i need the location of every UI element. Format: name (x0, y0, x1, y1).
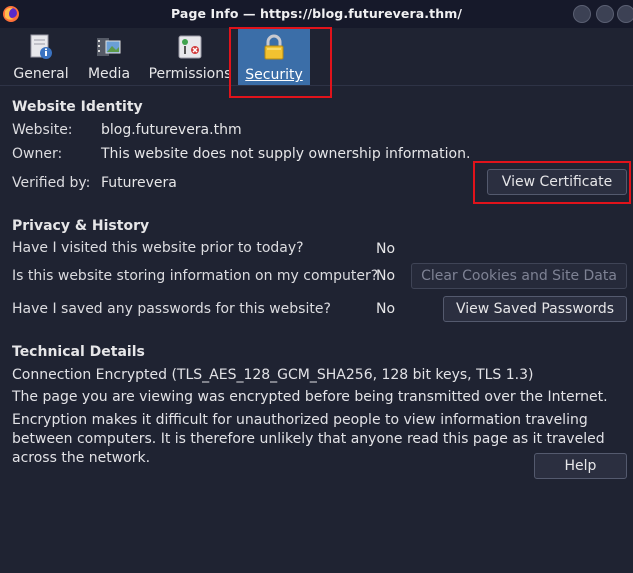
website-identity-heading: Website Identity (12, 99, 143, 115)
highlight-view-certificate (473, 161, 631, 204)
window-title: Page Info — https://blog.futurevera.thm/ (171, 6, 462, 21)
storing-question: Is this website storing information on m… (12, 268, 379, 284)
tab-media[interactable]: Media (84, 28, 134, 86)
tab-general[interactable]: General (8, 28, 74, 86)
owner-value: This website does not supply ownership i… (101, 146, 471, 162)
close-button[interactable] (617, 5, 633, 23)
minimize-button[interactable] (573, 5, 591, 23)
info-page-icon (30, 34, 52, 59)
help-button[interactable]: Help (534, 453, 627, 479)
passwords-answer: No (376, 301, 396, 317)
permissions-icon (178, 35, 202, 59)
website-label: Website: (12, 122, 73, 138)
verified-by-label: Verified by: (12, 175, 91, 191)
storing-answer: No (376, 268, 396, 284)
title-bar: Page Info — https://blog.futurevera.thm/ (0, 0, 633, 28)
website-value: blog.futurevera.thm (101, 122, 242, 138)
tab-permissions[interactable]: Permissions (148, 28, 232, 86)
connection-encrypted-text: Connection Encrypted (TLS_AES_128_GCM_SH… (12, 367, 534, 383)
media-icon (97, 38, 121, 56)
technical-details-heading: Technical Details (12, 344, 145, 360)
privacy-history-heading: Privacy & History (12, 218, 150, 234)
visited-question: Have I visited this website prior to tod… (12, 240, 304, 256)
view-saved-passwords-button[interactable]: View Saved Passwords (443, 296, 627, 322)
visited-answer: No (376, 241, 396, 257)
maximize-button[interactable] (596, 5, 614, 23)
clear-cookies-button[interactable]: Clear Cookies and Site Data (411, 263, 627, 289)
encrypted-transmission-text: The page you are viewing was encrypted b… (12, 389, 608, 405)
tab-general-label: General (13, 66, 69, 82)
verified-by-value: Futurevera (101, 175, 177, 191)
passwords-question: Have I saved any passwords for this webs… (12, 301, 331, 317)
highlight-security-tab (229, 27, 332, 98)
tab-media-label: Media (87, 66, 131, 82)
tab-permissions-label: Permissions (148, 66, 232, 82)
owner-label: Owner: (12, 146, 63, 162)
